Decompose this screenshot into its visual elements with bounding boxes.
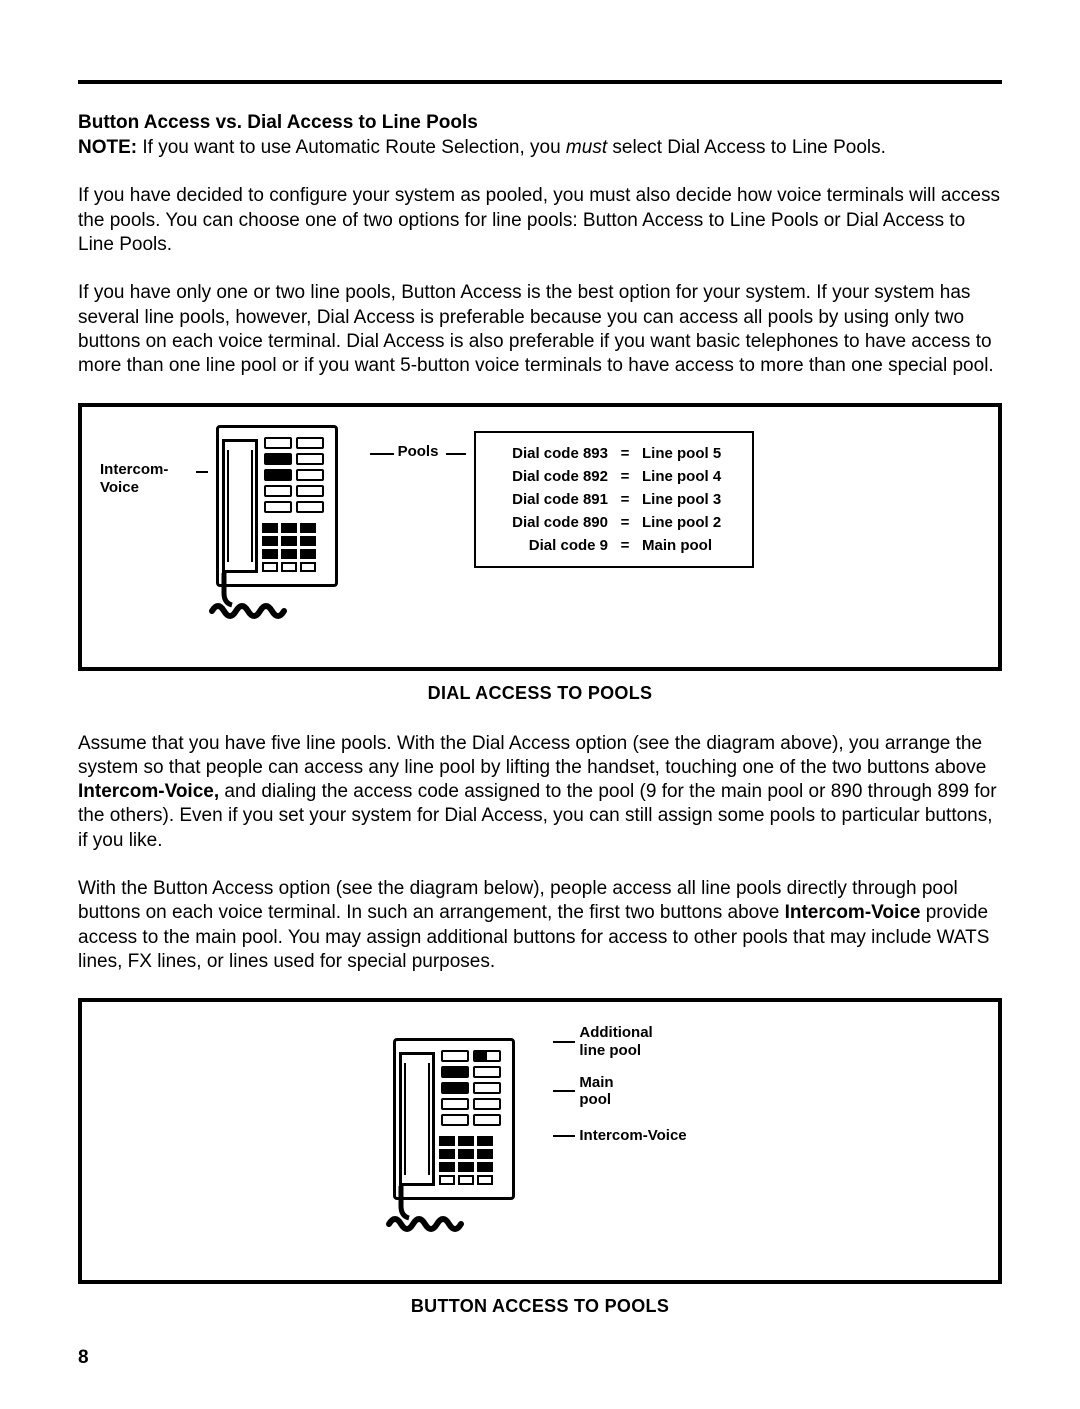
leader-line	[553, 1090, 575, 1092]
note-paragraph: NOTE: If you want to use Automatic Route…	[78, 136, 1002, 160]
table-row: Dial code 890 = Line pool 2	[490, 514, 738, 531]
note-text-b: select Dial Access to Line Pools.	[607, 137, 886, 158]
dial-code-table: Dial code 893 = Line pool 5 Dial code 89…	[474, 431, 754, 568]
para4-bold: Intercom-Voice	[785, 902, 921, 923]
section-heading: Button Access vs. Dial Access to Line Po…	[78, 112, 1002, 134]
pools-label: Pools	[390, 443, 446, 460]
annotation-column: Additional line pool Main pool Intercom-…	[553, 1024, 686, 1144]
figure-button-access: Additional line pool Main pool Intercom-…	[78, 998, 1002, 1284]
voice-terminal-illustration	[216, 425, 362, 613]
voice-terminal-illustration	[393, 1028, 539, 1226]
table-row: Dial code 9 = Main pool	[490, 537, 738, 554]
paragraph-1: If you have decided to configure your sy…	[78, 184, 1002, 257]
figure-dial-access: Intercom- Voice	[78, 403, 1002, 671]
leader-line-box	[446, 453, 466, 455]
leader-line	[553, 1135, 575, 1137]
equals-cell: =	[618, 537, 632, 554]
annotation-additional-pool: Additional line pool	[579, 1024, 652, 1059]
para3-a: Assume that you have five line pools. Wi…	[78, 733, 986, 778]
figure2-caption: BUTTON ACCESS TO POOLS	[78, 1296, 1002, 1317]
pool-cell: Line pool 5	[642, 445, 738, 462]
pool-cell: Line pool 2	[642, 514, 738, 531]
intercom-voice-label: Intercom- Voice	[100, 461, 188, 499]
para3-bold: Intercom-Voice,	[78, 781, 219, 802]
pool-cell: Main pool	[642, 537, 738, 554]
equals-cell: =	[618, 491, 632, 508]
table-row: Dial code 892 = Line pool 4	[490, 468, 738, 485]
table-row: Dial code 893 = Line pool 5	[490, 445, 738, 462]
equals-cell: =	[618, 468, 632, 485]
pool-cell: Line pool 4	[642, 468, 738, 485]
annotation-main-pool: Main pool	[579, 1074, 613, 1109]
leader-line-left	[196, 471, 208, 473]
dial-code-cell: Dial code 892	[490, 468, 608, 485]
top-rule	[78, 80, 1002, 84]
equals-cell: =	[618, 514, 632, 531]
pool-cell: Line pool 3	[642, 491, 738, 508]
dial-code-cell: Dial code 893	[490, 445, 608, 462]
note-text-a: If you want to use Automatic Route Selec…	[137, 137, 566, 158]
dial-code-cell: Dial code 891	[490, 491, 608, 508]
leader-line	[553, 1041, 575, 1043]
paragraph-3: Assume that you have five line pools. Wi…	[78, 732, 1002, 854]
note-italic: must	[566, 137, 607, 158]
equals-cell: =	[618, 445, 632, 462]
handset-cord-icon	[196, 573, 292, 619]
note-label: NOTE:	[78, 137, 137, 158]
paragraph-4: With the Button Access option (see the d…	[78, 877, 1002, 974]
paragraph-2: If you have only one or two line pools, …	[78, 281, 1002, 378]
figure1-caption: DIAL ACCESS TO POOLS	[78, 683, 1002, 704]
table-row: Dial code 891 = Line pool 3	[490, 491, 738, 508]
page-number: 8	[78, 1347, 1002, 1369]
annotation-intercom-voice: Intercom-Voice	[579, 1127, 686, 1145]
handset-cord-icon	[373, 1186, 469, 1232]
dial-code-cell: Dial code 890	[490, 514, 608, 531]
dial-code-cell: Dial code 9	[490, 537, 608, 554]
